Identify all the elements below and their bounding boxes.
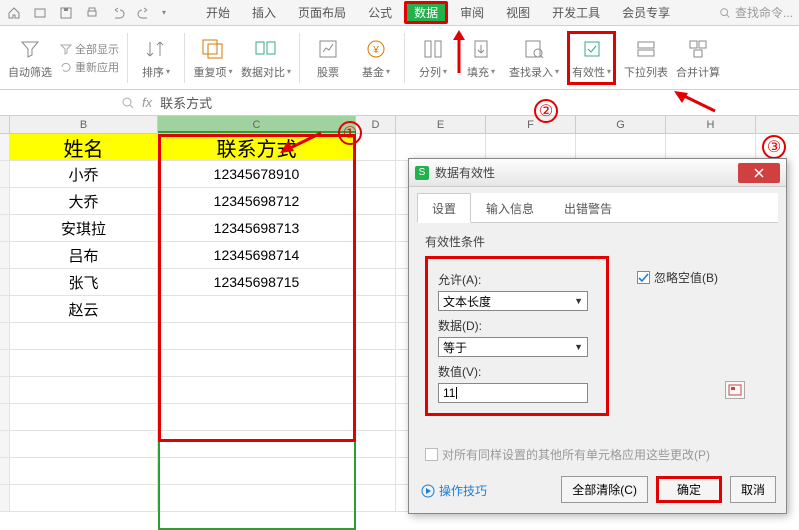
search-icon bbox=[122, 97, 134, 109]
ignore-blank-checkbox[interactable]: 忽略空值(B) bbox=[637, 269, 718, 286]
dialog-buttons: 全部清除(C) 确定 取消 bbox=[561, 476, 776, 503]
tab-insert[interactable]: 插入 bbox=[242, 1, 286, 24]
play-icon bbox=[421, 484, 435, 498]
ribbon-fund[interactable]: ¥ 基金▾ bbox=[356, 36, 396, 80]
range-picker-button[interactable] bbox=[725, 381, 745, 399]
col-F[interactable]: F bbox=[486, 116, 576, 133]
chevron-down-icon: ▼ bbox=[574, 342, 583, 352]
dialog-titlebar[interactable]: S 数据有效性 bbox=[409, 159, 786, 187]
ribbon-findrec[interactable]: 查找录入▾ bbox=[509, 36, 559, 80]
dialog-body: 有效性条件 允许(A): 文本长度▼ 数据(D): 等于▼ 数值(V): 11 … bbox=[409, 223, 786, 426]
col-G[interactable]: G bbox=[576, 116, 666, 133]
qat-home-icon[interactable] bbox=[6, 5, 22, 21]
ribbon-show-all[interactable]: 全部显示 bbox=[60, 41, 119, 57]
tab-data[interactable]: 数据 bbox=[404, 1, 448, 24]
ribbon: 自动筛选 全部显示 重新应用 排序▾ 重复项▾ 数据对比▾ 股票 ¥ 基金▾ 分… bbox=[0, 26, 799, 90]
apply-all-checkbox[interactable]: 对所有同样设置的其他所有单元格应用这些更改(P) bbox=[425, 446, 710, 463]
formula-bar: fx 联系方式 bbox=[0, 90, 799, 116]
search-command[interactable]: 查找命令... bbox=[719, 4, 793, 21]
tab-start[interactable]: 开始 bbox=[196, 1, 240, 24]
close-icon bbox=[753, 167, 765, 179]
checkbox-checked-icon bbox=[637, 271, 650, 284]
column-headers: B C D E F G H bbox=[0, 116, 799, 134]
chevron-down-icon: ▼ bbox=[574, 296, 583, 306]
dialog-tab-input[interactable]: 输入信息 bbox=[471, 193, 549, 222]
ribbon-duplicates[interactable]: 重复项▾ bbox=[193, 36, 233, 80]
dialog-title: 数据有效性 bbox=[435, 164, 495, 181]
tab-view[interactable]: 视图 bbox=[496, 1, 540, 24]
qat-save-icon[interactable] bbox=[58, 5, 74, 21]
tab-layout[interactable]: 页面布局 bbox=[288, 1, 356, 24]
tab-vip[interactable]: 会员专享 bbox=[612, 1, 680, 24]
dialog-tab-settings[interactable]: 设置 bbox=[417, 193, 471, 223]
tab-dev[interactable]: 开发工具 bbox=[542, 1, 610, 24]
fx-icon[interactable]: fx bbox=[142, 95, 152, 110]
cell-header-phone[interactable]: 联系方式 bbox=[158, 134, 356, 161]
ribbon-consolidate[interactable]: 合并计算 bbox=[676, 36, 720, 80]
dialog-tab-error[interactable]: 出错警告 bbox=[549, 193, 627, 222]
col-H[interactable]: H bbox=[666, 116, 756, 133]
tab-formula[interactable]: 公式 bbox=[358, 1, 402, 24]
condition-label: 有效性条件 bbox=[425, 233, 770, 250]
allow-label: 允许(A): bbox=[438, 271, 596, 288]
ribbon-reapply[interactable]: 重新应用 bbox=[60, 59, 119, 75]
col-B[interactable]: B bbox=[10, 116, 158, 133]
ribbon-split[interactable]: 分列▾ bbox=[413, 36, 453, 80]
dialog-tabs: 设置 输入信息 出错警告 bbox=[417, 193, 778, 223]
clear-button[interactable]: 全部清除(C) bbox=[561, 476, 648, 503]
corner-header[interactable] bbox=[0, 116, 10, 133]
cell-header-name[interactable]: 姓名 bbox=[10, 134, 158, 161]
validity-dialog: S 数据有效性 设置 输入信息 出错警告 有效性条件 允许(A): 文本长度▼ … bbox=[408, 158, 787, 514]
qat-print-icon[interactable] bbox=[84, 5, 100, 21]
close-button[interactable] bbox=[738, 163, 780, 183]
col-E[interactable]: E bbox=[396, 116, 486, 133]
tab-review[interactable]: 审阅 bbox=[450, 1, 494, 24]
data-label: 数据(D): bbox=[438, 317, 596, 334]
allow-dropdown[interactable]: 文本长度▼ bbox=[438, 291, 588, 311]
ok-button[interactable]: 确定 bbox=[656, 476, 722, 503]
ribbon-sort[interactable]: 排序▾ bbox=[136, 36, 176, 80]
qat-open-icon[interactable] bbox=[32, 5, 48, 21]
value-label: 数值(V): bbox=[438, 363, 596, 380]
svg-text:¥: ¥ bbox=[372, 45, 379, 56]
ribbon-validity[interactable]: 有效性▾ bbox=[567, 31, 616, 85]
qat-undo-icon[interactable] bbox=[110, 5, 126, 21]
ribbon-dropdown[interactable]: 下拉列表 bbox=[624, 36, 668, 80]
formula-content[interactable]: 联系方式 bbox=[160, 93, 212, 112]
checkbox-icon bbox=[425, 448, 438, 461]
value-input[interactable]: 11 bbox=[438, 383, 588, 403]
range-icon bbox=[728, 384, 742, 396]
data-dropdown[interactable]: 等于▼ bbox=[438, 337, 588, 357]
ribbon-compare[interactable]: 数据对比▾ bbox=[241, 36, 291, 80]
qat-more-icon[interactable]: ▾ bbox=[162, 8, 166, 17]
condition-fields: 允许(A): 文本长度▼ 数据(D): 等于▼ 数值(V): 11 bbox=[425, 256, 609, 416]
title-bar: ▾ 开始 插入 页面布局 公式 数据 审阅 视图 开发工具 会员专享 查找命令.… bbox=[0, 0, 799, 26]
search-placeholder: 查找命令... bbox=[735, 4, 793, 21]
col-D[interactable]: D bbox=[356, 116, 396, 133]
menu-tabs: 开始 插入 页面布局 公式 数据 审阅 视图 开发工具 会员专享 bbox=[196, 1, 680, 24]
ribbon-filter-mini: 全部显示 重新应用 bbox=[60, 41, 119, 75]
help-link[interactable]: 操作技巧 bbox=[421, 482, 487, 499]
dialog-app-icon: S bbox=[415, 166, 429, 180]
col-C[interactable]: C bbox=[158, 116, 356, 133]
search-icon bbox=[719, 7, 731, 19]
header-row: 姓名 联系方式 bbox=[0, 134, 799, 161]
cancel-button[interactable]: 取消 bbox=[730, 476, 776, 503]
ribbon-fill[interactable]: 填充▾ bbox=[461, 36, 501, 80]
ribbon-autofilter[interactable]: 自动筛选 bbox=[8, 36, 52, 80]
ribbon-stock[interactable]: 股票 bbox=[308, 36, 348, 80]
qat-redo-icon[interactable] bbox=[136, 5, 152, 21]
